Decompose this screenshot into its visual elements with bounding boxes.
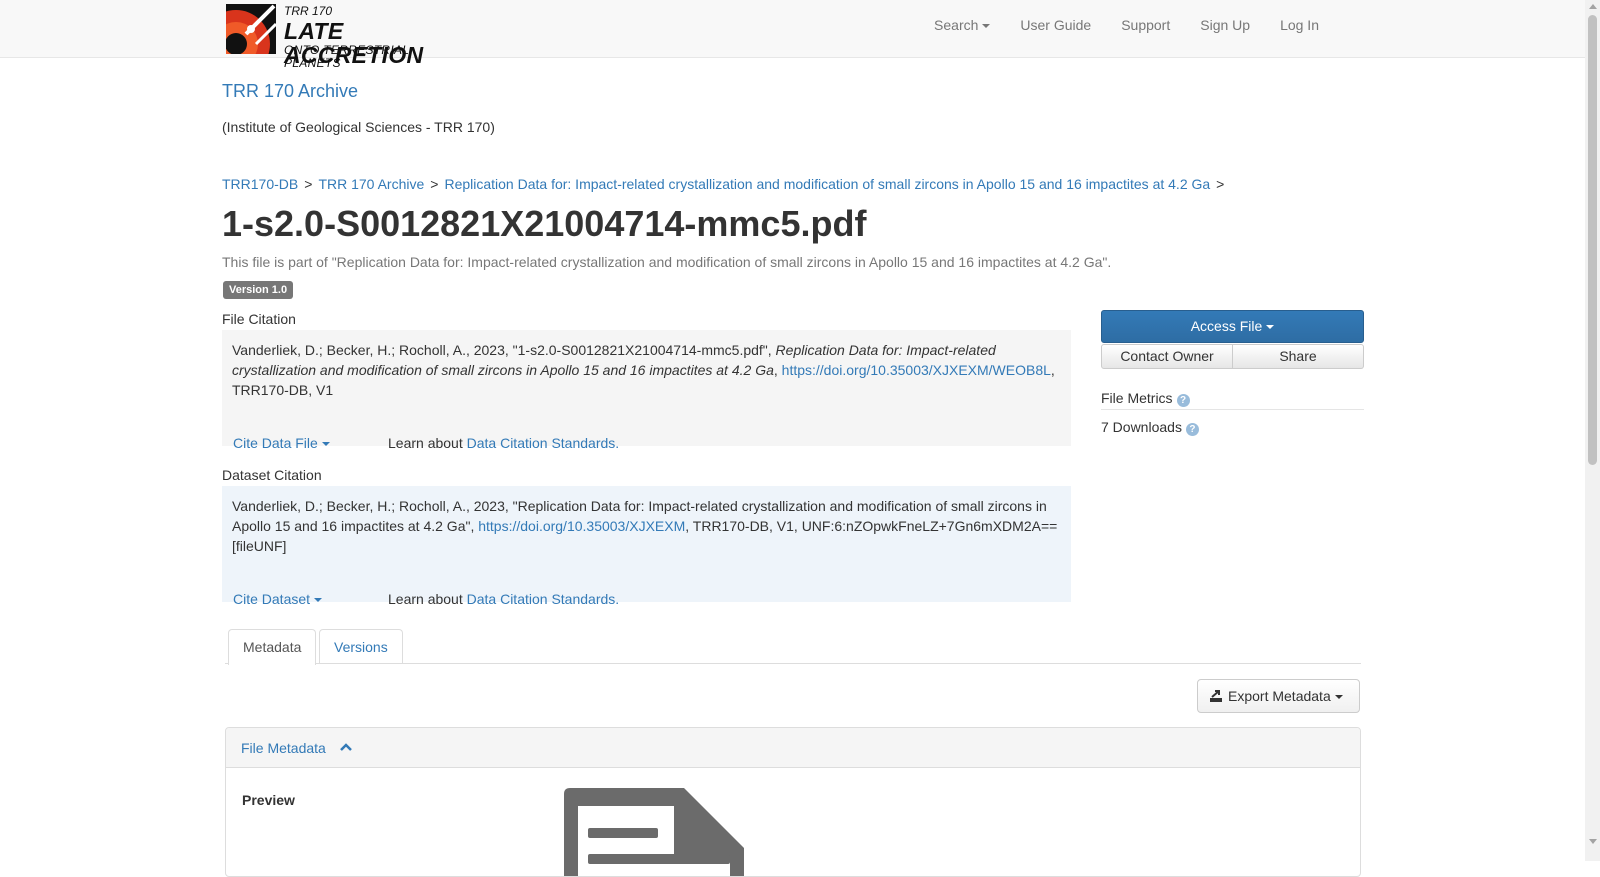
contact-owner-button[interactable]: Contact Owner (1101, 344, 1233, 369)
breadcrumb-item-dataset[interactable]: Replication Data for: Impact-related cry… (444, 176, 1210, 192)
file-doi-link[interactable]: https://doi.org/10.35003/XJXEXM/WEOB8L (782, 362, 1051, 378)
learn-citation-standards: Learn about Data Citation Standards. (388, 433, 619, 453)
breadcrumb-separator: > (304, 176, 313, 192)
cite-data-file-label: Cite Data File (233, 435, 318, 451)
nav-search-dropdown[interactable]: Search (919, 0, 1005, 50)
file-citation-text: Vanderliek, D.; Becker, H.; Rocholl, A.,… (232, 342, 776, 358)
caret-down-icon (982, 24, 991, 29)
file-tabs: Metadata Versions (225, 629, 1361, 665)
share-button[interactable]: Share (1233, 344, 1364, 369)
page-title: 1-s2.0-S0012821X21004714-mmc5.pdf (222, 203, 867, 244)
cite-dataset-button[interactable]: Cite Dataset (233, 589, 323, 609)
export-metadata-label: Export Metadata (1228, 688, 1331, 704)
download-count: 7 Downloads? (1101, 419, 1199, 436)
cite-data-file-button[interactable]: Cite Data File (233, 433, 330, 453)
caret-down-icon (314, 598, 323, 603)
access-file-button[interactable]: Access File (1101, 310, 1364, 343)
site-logo[interactable]: TRR 170 LATE ACCRETION ONTO TERRESTRIAL … (226, 4, 466, 70)
file-action-buttons: Contact Owner Share (1101, 344, 1364, 369)
dataverse-title[interactable]: TRR 170 Archive (222, 81, 358, 102)
caret-down-icon (1266, 325, 1275, 330)
breadcrumb-separator: > (1216, 176, 1225, 192)
caret-down-icon (1334, 695, 1343, 700)
file-parent-note: This file is part of "Replication Data f… (222, 254, 1112, 270)
nav-log-in[interactable]: Log In (1265, 0, 1334, 50)
help-icon[interactable]: ? (1176, 394, 1190, 407)
citation-standards-link[interactable]: Data Citation Standards (467, 435, 616, 451)
logo-line-3: ONTO TERRESTRIAL PLANETS (284, 43, 410, 70)
dataset-citation-heading: Dataset Citation (222, 467, 322, 483)
dataset-doi-link[interactable]: https://doi.org/10.35003/XJXEXM (478, 518, 685, 534)
version-badge: Version 1.0 (223, 281, 294, 299)
trr170-logo-icon (226, 4, 276, 54)
learn-citation-standards: Learn about Data Citation Standards. (388, 589, 619, 609)
vertical-scrollbar[interactable] (1585, 0, 1600, 861)
export-icon (1210, 690, 1222, 702)
scrollbar-thumb[interactable] (1588, 15, 1597, 465)
file-metadata-heading: File Metadata (241, 740, 326, 756)
dataset-citation-box: Vanderliek, D.; Becker, H.; Rocholl, A.,… (222, 486, 1071, 607)
file-citation-heading: File Citation (222, 311, 296, 327)
help-icon[interactable]: ? (1185, 423, 1199, 436)
nav-search-label: Search (934, 17, 979, 33)
file-metadata-toggle[interactable]: File Metadata (226, 728, 1360, 768)
breadcrumb-separator: > (430, 176, 439, 192)
breadcrumb-item-root[interactable]: TRR170-DB (222, 176, 298, 192)
learn-prefix: Learn about (388, 591, 467, 607)
learn-suffix: . (615, 591, 620, 607)
scroll-up-icon[interactable] (1589, 4, 1597, 9)
cite-dataset-label: Cite Dataset (233, 591, 311, 607)
file-document-icon (564, 788, 744, 876)
tab-versions[interactable]: Versions (319, 629, 403, 664)
tab-metadata[interactable]: Metadata (228, 629, 317, 665)
navbar: TRR 170 LATE ACCRETION ONTO TERRESTRIAL … (0, 0, 1585, 70)
dataverse-affiliation: (Institute of Geological Sciences - TRR … (222, 119, 495, 135)
file-metrics-label: File Metrics (1101, 390, 1173, 406)
preview-label: Preview (242, 792, 295, 808)
caret-down-icon (321, 442, 330, 447)
file-metrics-heading: File Metrics? (1101, 390, 1190, 407)
breadcrumb: TRR170-DB > TRR 170 Archive > Replication Da… (222, 176, 1230, 192)
download-count-label: 7 Downloads (1101, 419, 1182, 435)
learn-suffix: . (615, 435, 620, 451)
file-citation-box: Vanderliek, D.; Becker, H.; Rocholl, A.,… (222, 330, 1071, 451)
logo-line-1: TRR 170 (284, 4, 333, 18)
scroll-down-icon[interactable] (1589, 839, 1597, 844)
nav-sign-up[interactable]: Sign Up (1185, 0, 1265, 50)
access-file-label: Access File (1190, 318, 1263, 334)
chevron-up-icon (339, 743, 352, 751)
nav-support[interactable]: Support (1106, 0, 1185, 50)
metrics-divider (1101, 409, 1364, 410)
nav-user-guide[interactable]: User Guide (1005, 0, 1106, 50)
file-metadata-panel: File Metadata Preview (225, 727, 1361, 877)
citation-standards-link[interactable]: Data Citation Standards (467, 591, 616, 607)
learn-prefix: Learn about (388, 435, 467, 451)
file-citation-sep: , (773, 362, 782, 378)
navbar-links: Search User Guide Support Sign Up Log In (919, 0, 1334, 50)
breadcrumb-item-dataverse[interactable]: TRR 170 Archive (318, 176, 424, 192)
export-metadata-button[interactable]: Export Metadata (1197, 679, 1360, 713)
